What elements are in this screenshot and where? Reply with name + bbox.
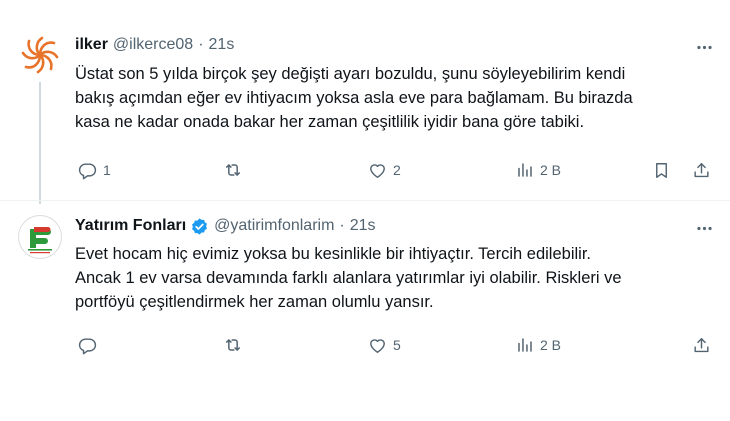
verified-badge-icon <box>192 217 208 235</box>
retweet-icon <box>226 339 240 351</box>
reply-icon <box>78 337 97 354</box>
views-button[interactable]: 2 B <box>516 333 561 357</box>
more-horizontal-icon <box>696 226 712 230</box>
author-handle[interactable]: @yatirimfonlarim <box>214 217 334 235</box>
thread-connector-line <box>39 82 41 204</box>
heart-icon <box>370 163 385 178</box>
heart-icon <box>370 338 385 353</box>
tweet-text-line: Üstat son 5 yılda birçok şey değişti aya… <box>75 65 626 83</box>
verified-badge-icon[interactable] <box>190 217 209 236</box>
tweet-ilker[interactable]: ilker @ilkerce08 · 21s Üstat son 5 yılda… <box>0 0 730 204</box>
like-count: 2 <box>393 162 401 178</box>
timestamp[interactable]: 21s <box>209 36 235 54</box>
spiral-logo-icon <box>18 33 62 77</box>
like-button[interactable]: 2 <box>368 158 401 182</box>
tweet-header: Yatırım Fonları @yatirimfonlarim · 21s <box>75 215 376 237</box>
like-button[interactable]: 5 <box>368 333 401 357</box>
reply-button[interactable] <box>78 333 103 357</box>
tweet-text-line: bakış açımdan eğer ev ihtiyacım yoksa as… <box>75 89 633 107</box>
retweet-button[interactable] <box>223 158 249 182</box>
share-button[interactable] <box>692 333 711 357</box>
bookmark-icon <box>656 162 667 178</box>
tweet-actions: 1 2 2 B <box>78 158 718 182</box>
more-options-button[interactable] <box>692 35 716 59</box>
tweet-text-line: kasa ne kadar onada bakar her zaman çeşi… <box>75 113 585 131</box>
separator-dot: · <box>339 217 345 234</box>
author-handle[interactable]: @ilkerce08 <box>113 36 193 54</box>
share-icon <box>694 162 709 177</box>
yatirim-fonlari-logo-icon <box>18 215 62 259</box>
like-count: 5 <box>393 337 401 353</box>
tweet-yatirim-fonlari[interactable]: Yatırım Fonları @yatirimfonlarim · 21s E… <box>0 200 730 421</box>
more-options-button[interactable] <box>692 216 716 240</box>
retweet-button[interactable] <box>223 333 249 357</box>
timestamp[interactable]: 21s <box>350 217 376 235</box>
tweet-text: Üstat son 5 yılda birçok şey değişti aya… <box>75 62 715 134</box>
author-name[interactable]: ilker <box>75 36 108 54</box>
views-count: 2 B <box>540 162 562 178</box>
tweet-text-line: portföyü çeşitlendirmek her zaman olumlu… <box>75 293 434 311</box>
tweet-text: Evet hocam hiç evimiz yoksa bu kesinlikl… <box>75 242 715 314</box>
more-horizontal-icon <box>696 45 712 49</box>
separator-dot: · <box>198 36 204 53</box>
tweet-actions: 5 2 B <box>78 333 718 357</box>
views-chart-icon <box>518 163 532 177</box>
tweet-header: ilker @ilkerce08 · 21s <box>75 34 234 56</box>
reply-icon <box>78 162 97 179</box>
tweet-text-line: Evet hocam hiç evimiz yoksa bu kesinlikl… <box>75 245 591 263</box>
share-icon <box>694 337 709 352</box>
reply-button[interactable]: 1 <box>78 158 111 182</box>
views-count: 2 B <box>540 337 562 353</box>
tweet-text-line: Ancak 1 ev varsa devamında farklı alanla… <box>75 269 622 287</box>
views-button[interactable]: 2 B <box>516 158 561 182</box>
retweet-icon <box>226 164 240 176</box>
avatar-yatirim-fonlari[interactable] <box>18 215 62 259</box>
avatar-ilker[interactable] <box>18 33 62 77</box>
reply-count: 1 <box>103 162 111 178</box>
author-name[interactable]: Yatırım Fonları <box>75 217 186 235</box>
share-button[interactable] <box>692 158 711 182</box>
bookmark-button[interactable] <box>652 158 671 182</box>
views-chart-icon <box>518 338 532 352</box>
